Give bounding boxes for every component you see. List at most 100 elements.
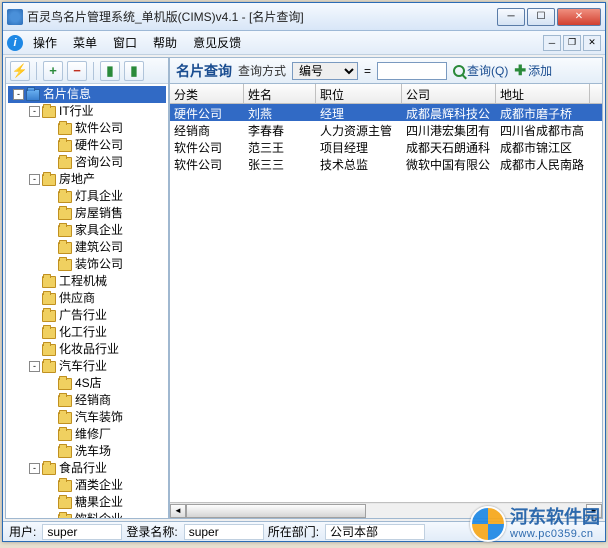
tree-node[interactable]: -IT行业 bbox=[8, 103, 166, 120]
column-header[interactable]: 职位 bbox=[316, 84, 402, 103]
tree-node[interactable]: 咨询公司 bbox=[8, 154, 166, 171]
table-cell: 技术总监 bbox=[316, 155, 402, 172]
tree-label: 经销商 bbox=[75, 392, 111, 409]
tree-node[interactable]: 家具企业 bbox=[8, 222, 166, 239]
tree-node[interactable]: 维修厂 bbox=[8, 426, 166, 443]
folder-icon bbox=[58, 446, 72, 458]
tree-node[interactable]: 饮料企业 bbox=[8, 511, 166, 518]
tree-node[interactable]: 糖果企业 bbox=[8, 494, 166, 511]
tree-node[interactable]: 洗车场 bbox=[8, 443, 166, 460]
tree-node[interactable]: 化工行业 bbox=[8, 324, 166, 341]
titlebar[interactable]: 百灵鸟名片管理系统_单机版(CIMS)v4.1 - [名片查询] ─ ☐ ✕ bbox=[3, 3, 605, 31]
minimize-button[interactable]: ─ bbox=[497, 8, 525, 26]
table-cell: 经理 bbox=[316, 104, 402, 121]
menu-0[interactable]: 操作 bbox=[25, 32, 65, 53]
table-row[interactable]: 硬件公司刘燕经理成都晨辉科技公成都市磨子桥 bbox=[170, 104, 602, 121]
folder-icon bbox=[42, 344, 56, 356]
column-header[interactable]: 分类 bbox=[170, 84, 244, 103]
table-cell: 项目经理 bbox=[316, 138, 402, 155]
collapse-icon[interactable]: - bbox=[29, 463, 40, 474]
collapse-icon[interactable]: - bbox=[13, 89, 24, 100]
folder-icon bbox=[42, 463, 56, 475]
scroll-right-button[interactable]: ► bbox=[586, 504, 602, 518]
results-grid: 分类姓名职位公司地址 硬件公司刘燕经理成都晨辉科技公成都市磨子桥经销商李春春人力… bbox=[169, 83, 603, 519]
column-header[interactable]: 公司 bbox=[402, 84, 496, 103]
tree-node[interactable]: 经销商 bbox=[8, 392, 166, 409]
user-label: 用户: bbox=[9, 523, 38, 540]
toolbar-lightning-button[interactable]: ⚡ bbox=[10, 61, 30, 81]
tree-label: 软件公司 bbox=[75, 120, 123, 137]
tree-label: 洗车场 bbox=[75, 443, 111, 460]
tree-node[interactable]: - 名片信息 bbox=[8, 86, 166, 103]
tree-node[interactable]: - 汽车行业 bbox=[8, 358, 166, 375]
scroll-left-button[interactable]: ◄ bbox=[170, 504, 186, 518]
search-button[interactable]: 查询(Q) bbox=[453, 62, 508, 79]
menu-1[interactable]: 菜单 bbox=[65, 32, 105, 53]
tree-node[interactable]: 供应商 bbox=[8, 290, 166, 307]
right-pane: 名片查询 查询方式 编号 = 查询(Q) ✚ 添加 分类姓名职位公司地址 硬件公… bbox=[169, 57, 603, 519]
tree-node[interactable]: 硬件公司 bbox=[8, 137, 166, 154]
tree-node[interactable]: 工程机械 bbox=[8, 273, 166, 290]
query-value-input[interactable] bbox=[377, 62, 447, 80]
table-cell: 成都晨辉科技公 bbox=[402, 104, 496, 121]
menu-3[interactable]: 帮助 bbox=[145, 32, 185, 53]
folder-icon bbox=[58, 123, 72, 135]
info-icon[interactable]: i bbox=[7, 35, 23, 51]
collapse-icon[interactable]: - bbox=[29, 361, 40, 372]
column-header[interactable]: 姓名 bbox=[244, 84, 316, 103]
menu-2[interactable]: 窗口 bbox=[105, 32, 145, 53]
tree-node[interactable]: -食品行业 bbox=[8, 460, 166, 477]
category-tree[interactable]: -名片信息-IT行业软件公司硬件公司咨询公司-房地产灯具企业房屋销售家具企业建筑… bbox=[6, 84, 168, 518]
tree-node[interactable]: 装饰公司 bbox=[8, 256, 166, 273]
mdi-close-button[interactable]: ✕ bbox=[583, 35, 601, 51]
mdi-minimize-button[interactable]: ─ bbox=[543, 35, 561, 51]
tree-label: 工程机械 bbox=[59, 273, 107, 290]
table-cell: 成都市磨子桥 bbox=[496, 104, 590, 121]
menu-4[interactable]: 意见反馈 bbox=[185, 32, 249, 53]
folder-icon bbox=[58, 242, 72, 254]
tree-node[interactable]: 4S店 bbox=[8, 375, 166, 392]
toolbar-export-button[interactable]: ▮ bbox=[124, 61, 144, 81]
query-mode-select[interactable]: 编号 bbox=[292, 62, 358, 80]
tree-node[interactable]: 酒类企业 bbox=[8, 477, 166, 494]
table-row[interactable]: 软件公司张三三技术总监微软中国有限公成都市人民南路 bbox=[170, 155, 602, 172]
tree-label: 名片信息 bbox=[43, 86, 91, 103]
folder-icon bbox=[42, 310, 56, 322]
folder-icon bbox=[42, 327, 56, 339]
toolbar-add-button[interactable]: + bbox=[43, 61, 63, 81]
toolbar-remove-button[interactable]: − bbox=[67, 61, 87, 81]
tree-label: 汽车行业 bbox=[59, 358, 107, 375]
maximize-button[interactable]: ☐ bbox=[527, 8, 555, 26]
tree-label: 酒类企业 bbox=[75, 477, 123, 494]
tree-node[interactable]: 建筑公司 bbox=[8, 239, 166, 256]
tree-node[interactable]: -房地产 bbox=[8, 171, 166, 188]
close-button[interactable]: ✕ bbox=[557, 8, 601, 26]
add-button[interactable]: ✚ 添加 bbox=[514, 62, 552, 79]
collapse-icon[interactable]: - bbox=[29, 106, 40, 117]
tree-node[interactable]: 汽车装饰 bbox=[8, 409, 166, 426]
horizontal-scrollbar[interactable]: ◄ ► bbox=[170, 502, 602, 518]
tree-node[interactable]: 化妆品行业 bbox=[8, 341, 166, 358]
scroll-track[interactable] bbox=[186, 504, 586, 518]
tree-label: 糖果企业 bbox=[75, 494, 123, 511]
table-row[interactable]: 软件公司范三王项目经理成都天石朗通科成都市锦江区 bbox=[170, 138, 602, 155]
login-label: 登录名称: bbox=[126, 523, 179, 540]
mdi-restore-button[interactable]: ❐ bbox=[563, 35, 581, 51]
tree-node[interactable]: 广告行业 bbox=[8, 307, 166, 324]
tree-node[interactable]: 软件公司 bbox=[8, 120, 166, 137]
grid-body[interactable]: 硬件公司刘燕经理成都晨辉科技公成都市磨子桥经销商李春春人力资源主管四川港宏集团有… bbox=[170, 104, 602, 502]
table-cell: 四川港宏集团有 bbox=[402, 121, 496, 138]
collapse-icon[interactable]: - bbox=[29, 174, 40, 185]
grid-header: 分类姓名职位公司地址 bbox=[170, 84, 602, 104]
tree-label: 家具企业 bbox=[75, 222, 123, 239]
column-header[interactable]: 地址 bbox=[496, 84, 590, 103]
dept-value: 公司本部 bbox=[325, 524, 425, 540]
table-row[interactable]: 经销商李春春人力资源主管四川港宏集团有四川省成都市高 bbox=[170, 121, 602, 138]
toolbar-save-button[interactable]: ▮ bbox=[100, 61, 120, 81]
tree-node[interactable]: 房屋销售 bbox=[8, 205, 166, 222]
user-value: super bbox=[42, 524, 122, 540]
folder-icon bbox=[58, 497, 72, 509]
tree-node[interactable]: 灯具企业 bbox=[8, 188, 166, 205]
folder-icon bbox=[58, 259, 72, 271]
scroll-thumb[interactable] bbox=[186, 504, 366, 518]
